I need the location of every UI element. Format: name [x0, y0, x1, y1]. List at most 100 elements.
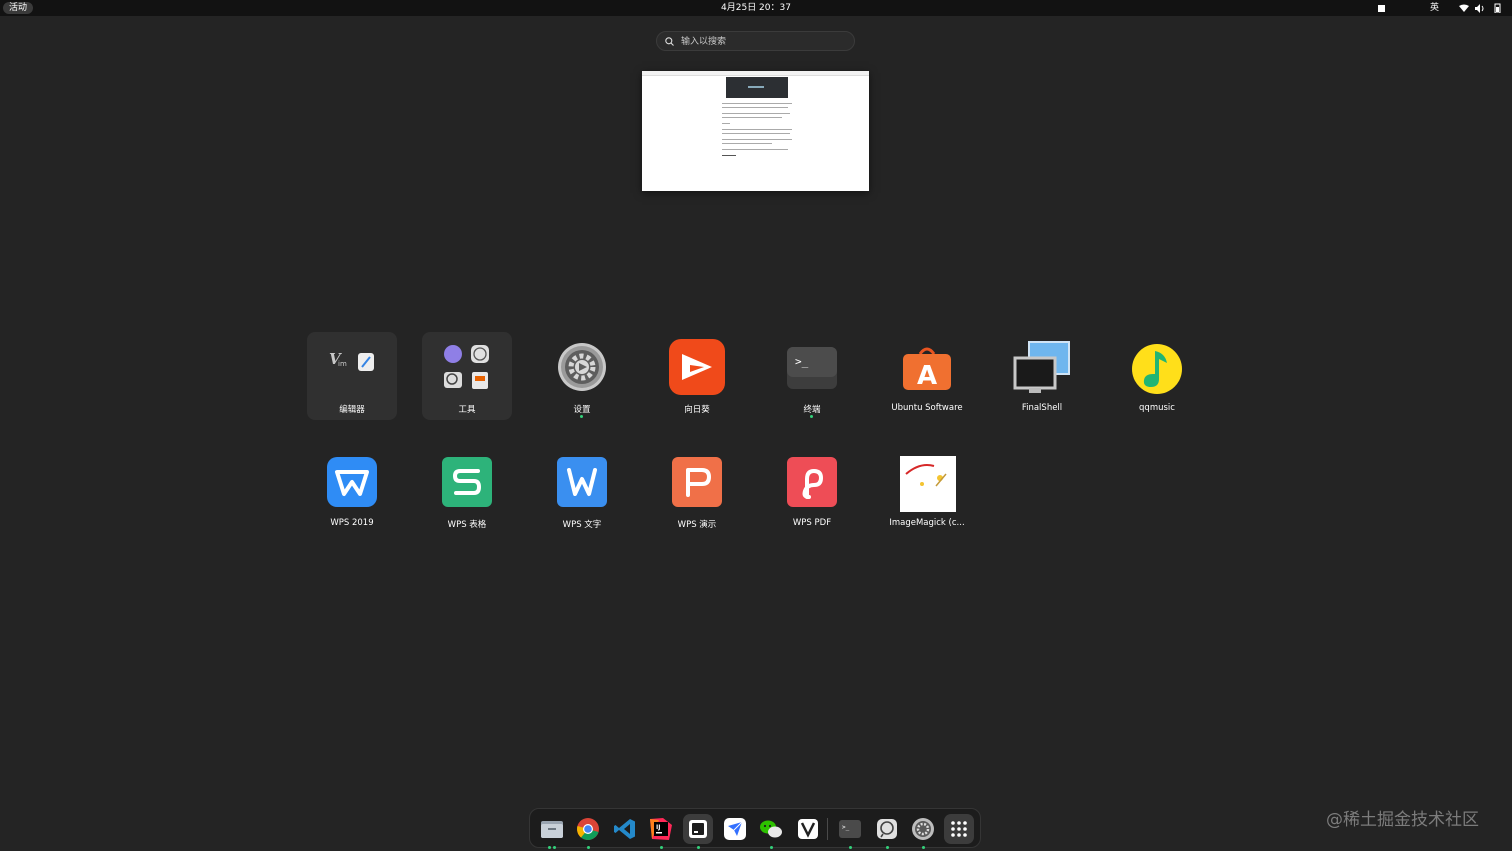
wps-writer-icon — [557, 457, 607, 507]
app-label: ImageMagick (c... — [889, 518, 965, 528]
running-indicator — [810, 415, 813, 418]
dock-typora[interactable] — [683, 814, 713, 849]
intellij-icon: IJ — [650, 818, 672, 840]
dock-vim[interactable] — [793, 814, 823, 844]
settings-icon — [558, 343, 606, 391]
app-label: Ubuntu Software — [891, 403, 963, 413]
volume-icon[interactable] — [1475, 0, 1485, 19]
thumbnail-line — [722, 107, 788, 108]
svg-text:IJ: IJ — [656, 824, 660, 831]
wps-presentation-icon — [672, 457, 722, 507]
dock-separator — [827, 818, 828, 840]
screen-share-icon[interactable] — [1377, 0, 1386, 19]
dock-chrome[interactable] — [573, 814, 603, 849]
thumbnail-line — [722, 103, 792, 104]
app-label: WPS 2019 — [330, 518, 374, 528]
app-label: 设置 — [573, 405, 591, 415]
svg-text:>_: >_ — [795, 355, 809, 368]
dock: IJ >_ — [529, 808, 981, 849]
app-label: WPS 表格 — [447, 520, 487, 530]
app-label: qqmusic — [1139, 403, 1175, 413]
dock-terminal[interactable]: >_ — [835, 814, 865, 849]
search-input[interactable] — [679, 33, 843, 51]
app-label: 编辑器 — [339, 405, 365, 415]
app-finalshell[interactable]: FinalShell — [997, 332, 1087, 420]
app-sunlogin[interactable]: 向日葵 — [652, 332, 742, 420]
dock-show-apps[interactable] — [944, 814, 974, 844]
app-settings[interactable]: 设置 — [537, 332, 627, 420]
dock-files[interactable] — [537, 814, 567, 849]
wifi-icon[interactable] — [1459, 0, 1469, 19]
qqmusic-icon — [1132, 344, 1182, 394]
ubuntu-software-icon: A — [903, 347, 951, 391]
imagemagick-icon — [900, 456, 956, 512]
dock-wechat[interactable] — [756, 814, 786, 849]
dock-settings[interactable] — [908, 814, 938, 849]
app-wps-spreadsheet[interactable]: WPS 表格 — [422, 447, 512, 535]
top-bar: 活动 4月25日 20：37 英 — [0, 0, 1512, 16]
app-imagemagick[interactable]: ImageMagick (c... — [882, 447, 972, 535]
dock-intellij[interactable]: IJ — [646, 814, 676, 849]
dock-feishu[interactable] — [720, 814, 750, 844]
search-box[interactable] — [656, 31, 855, 51]
terminal-icon: >_ — [787, 347, 837, 389]
app-label: WPS 演示 — [677, 520, 717, 530]
thumbnail-line — [722, 123, 730, 124]
app-terminal[interactable]: >_ 终端 — [767, 332, 857, 420]
app-wps-pdf[interactable]: WPS PDF — [767, 447, 857, 535]
wps-2019-icon — [327, 457, 377, 507]
vim-icon — [798, 819, 818, 839]
thumbnail-line — [722, 117, 782, 118]
wechat-icon — [760, 820, 782, 838]
svg-text:>_: >_ — [842, 824, 850, 831]
watermark: @稀土掘金技术社区 — [1326, 810, 1479, 830]
terminal-icon: >_ — [839, 820, 861, 838]
thumbnail-image — [726, 77, 788, 98]
input-method-indicator[interactable]: 英 — [1430, 0, 1439, 16]
vscode-icon — [614, 819, 635, 839]
thumbnail-line — [722, 149, 788, 150]
app-folder-tools[interactable]: 工具 — [422, 332, 512, 420]
svg-text:A: A — [917, 361, 937, 391]
files-icon — [541, 821, 563, 838]
app-label: WPS PDF — [792, 518, 832, 528]
thumbnail-line — [722, 113, 790, 114]
screenshot-icon — [877, 819, 897, 839]
app-label: WPS 文字 — [562, 520, 602, 530]
thumbnail-line — [722, 139, 792, 140]
app-wps-2019[interactable]: WPS 2019 — [307, 447, 397, 535]
show-apps-icon — [951, 821, 967, 837]
app-folder-editors[interactable]: V im 编辑器 — [307, 332, 397, 420]
search-icon — [665, 37, 674, 46]
thumbnail-line — [722, 143, 772, 144]
wps-pdf-icon — [787, 457, 837, 507]
thumbnail-titlebar — [642, 71, 869, 76]
app-label: 向日葵 — [684, 405, 710, 415]
app-label: FinalShell — [1021, 403, 1063, 413]
window-thumbnail[interactable] — [642, 71, 869, 191]
dock-screenshot[interactable] — [872, 814, 902, 849]
svg-text:im: im — [338, 360, 347, 368]
typora-icon — [689, 820, 707, 838]
settings-icon — [912, 818, 934, 840]
dock-vscode[interactable] — [610, 814, 640, 844]
battery-icon[interactable] — [1493, 0, 1501, 19]
tools-folder-icon — [444, 345, 489, 389]
app-qqmusic[interactable]: qqmusic — [1112, 332, 1202, 420]
app-label: 工具 — [458, 405, 476, 415]
thumbnail-line — [722, 129, 792, 130]
app-wps-presentation[interactable]: WPS 演示 — [652, 447, 742, 535]
app-ubuntu-software[interactable]: A Ubuntu Software — [882, 332, 972, 420]
running-indicator — [580, 415, 583, 418]
clock[interactable]: 4月25日 20：37 — [0, 0, 1512, 16]
sunlogin-icon — [669, 339, 725, 395]
app-label: 终端 — [803, 405, 821, 415]
finalshell-icon — [1013, 341, 1070, 393]
wps-spreadsheet-icon — [442, 457, 492, 507]
thumbnail-line — [722, 133, 790, 134]
chrome-icon — [577, 818, 599, 840]
editor-folder-icon: V im — [329, 350, 374, 371]
thumbnail-line — [722, 155, 736, 156]
app-wps-writer[interactable]: WPS 文字 — [537, 447, 627, 535]
feishu-icon — [724, 818, 746, 840]
